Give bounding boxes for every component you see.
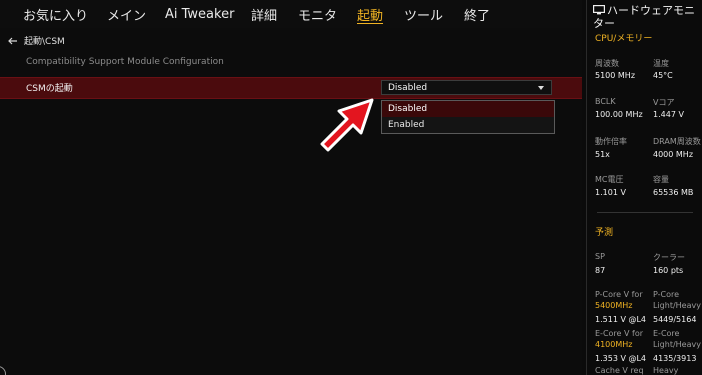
sp-label: SP (595, 252, 605, 261)
dropdown-menu[interactable]: Disabled Enabled (381, 100, 555, 134)
tab-main[interactable]: メイン (107, 0, 146, 28)
dropdown-option-enabled[interactable]: Enabled (382, 117, 554, 133)
cpu-freq-value: 5100 MHz (595, 71, 636, 80)
ecore-v-value: 1.353 V @L4 (595, 354, 647, 363)
red-arrow-icon (320, 98, 374, 152)
ecore-lh-value: 4135/3913 (653, 354, 697, 363)
breadcrumb[interactable]: 起動\CSM (8, 34, 65, 47)
cpu-temp-value: 45°C (653, 71, 673, 80)
bios-window: お気に入り メイン Ai Tweaker 詳細 モニタ 起動 ツール 終了 起動… (0, 0, 702, 375)
pcore-v-freq: 5400MHz (595, 301, 633, 310)
tab-boot[interactable]: 起動 (357, 0, 383, 28)
capacity-value: 65536 MB (653, 188, 694, 197)
chevron-down-icon (538, 86, 544, 90)
setting-row-csm[interactable]: CSMの起動 Disabled (0, 77, 582, 99)
tab-ai-tweaker[interactable]: Ai Tweaker (165, 0, 234, 28)
tab-advanced[interactable]: 詳細 (251, 0, 277, 28)
dropdown-option-disabled[interactable]: Disabled (382, 101, 554, 117)
ecore-v-freq: 4100MHz (595, 340, 633, 349)
mc-voltage-value: 1.101 V (595, 188, 626, 197)
cache-v-label: Cache V req (595, 366, 644, 375)
hw-divider (597, 212, 693, 213)
tab-favorites[interactable]: お気に入り (23, 0, 88, 28)
dram-freq-value: 4000 MHz (653, 150, 694, 159)
hardware-monitor-panel: ハードウェアモニター CPU/メモリー 周波数 温度 5100 MHz 45°C… (586, 0, 702, 375)
page-description: Compatibility Support Module Configurati… (26, 57, 224, 67)
ecore-lh-label-2: Light/Heavy (653, 340, 701, 349)
hw-monitor-title: ハードウェアモニター (593, 4, 695, 30)
capacity-label: 容量 (653, 175, 669, 184)
monitor-icon (593, 5, 605, 15)
tab-exit[interactable]: 終了 (464, 0, 490, 28)
ratio-value: 51x (595, 150, 610, 159)
back-arrow-icon[interactable] (8, 36, 18, 46)
pcore-v-value: 1.511 V @L4 (595, 315, 647, 324)
mc-voltage-label: MC電圧 (595, 175, 624, 184)
ecore-v-label: E-Core V for (595, 329, 644, 338)
cpu-freq-label: 周波数 (595, 59, 619, 68)
vcore-label: Vコア (653, 98, 675, 107)
tab-monitor[interactable]: モニタ (298, 0, 337, 28)
prediction-section-title: 予測 (595, 228, 614, 238)
ecore-lh-label-1: E-Core (653, 329, 680, 338)
pcore-v-label: P-Core V for (595, 290, 643, 299)
cpu-temp-label: 温度 (653, 59, 669, 68)
setting-label: CSMの起動 (26, 84, 73, 94)
ratio-label: 動作倍率 (595, 137, 627, 146)
breadcrumb-label: 起動\CSM (24, 37, 65, 47)
top-menu: お気に入り メイン Ai Tweaker 詳細 モニタ 起動 ツール 終了 (0, 0, 582, 29)
tab-tool[interactable]: ツール (404, 0, 443, 28)
dram-freq-label: DRAM周波数 (653, 137, 701, 146)
bclk-label: BCLK (595, 97, 616, 106)
csm-select[interactable]: Disabled (381, 80, 552, 95)
select-value: Disabled (388, 83, 428, 93)
cooler-label: クーラー (653, 253, 685, 262)
sp-value: 87 (595, 266, 606, 275)
pcore-lh-value: 5449/5164 (653, 315, 697, 324)
heavy-cache-label: Heavy Cache (653, 366, 679, 375)
bclk-value: 100.00 MHz (595, 110, 643, 119)
pcore-lh-label-2: Light/Heavy (653, 301, 701, 310)
pcore-lh-label-1: P-Core (653, 290, 680, 299)
vcore-value: 1.447 V (653, 110, 684, 119)
cooler-value: 160 pts (653, 266, 684, 275)
cpu-memory-section-title: CPU/メモリー (595, 34, 653, 44)
